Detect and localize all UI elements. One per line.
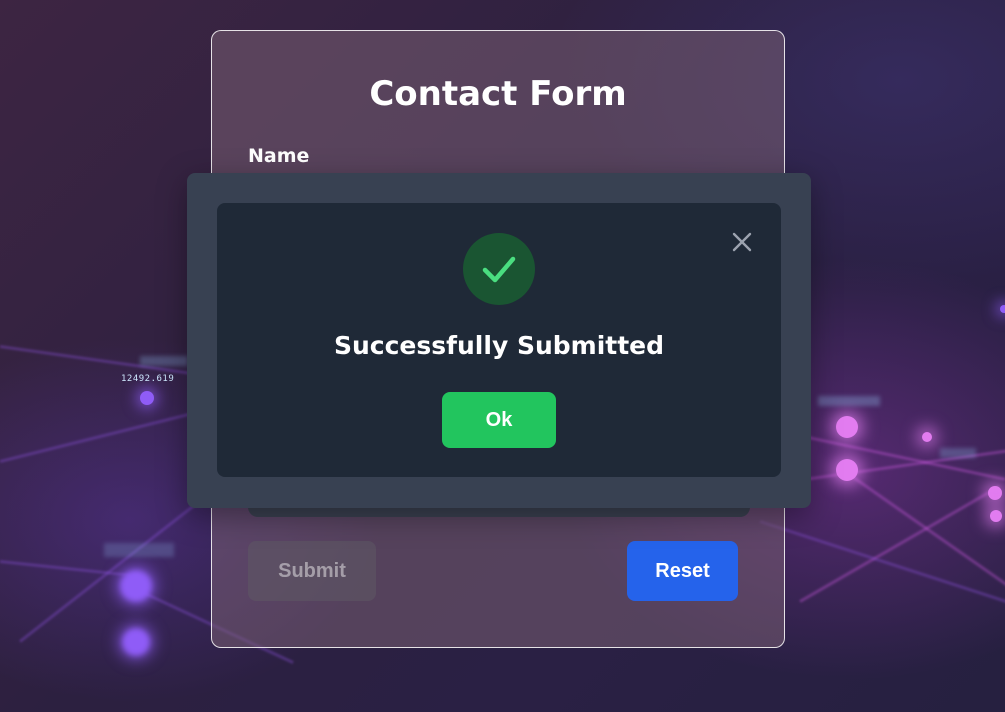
submit-button[interactable]: Submit [248,541,376,601]
name-label: Name [248,145,310,167]
form-title: Contact Form [369,74,627,114]
reset-button[interactable]: Reset [627,541,738,601]
ok-button[interactable]: Ok [442,392,556,448]
close-button[interactable] [727,227,757,257]
close-icon [732,232,752,252]
check-icon [482,256,516,283]
node-label: 12492.619 [121,374,175,384]
success-modal: Successfully Submitted Ok [217,203,781,477]
success-message: Successfully Submitted [333,331,665,360]
modal-overlay: Successfully Submitted Ok [187,173,811,508]
success-badge [463,233,535,305]
